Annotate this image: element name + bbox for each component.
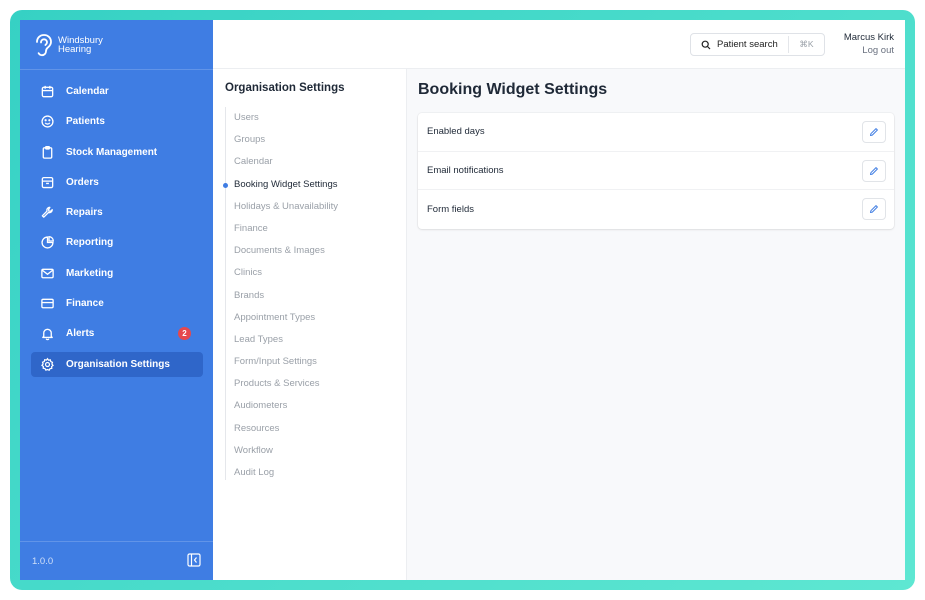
sidebar-item-label: Marketing <box>66 267 114 279</box>
settings-item-users[interactable]: Users <box>226 107 395 129</box>
wrench-icon <box>40 205 55 220</box>
settings-item-booking-widget-settings[interactable]: Booking Widget Settings <box>223 174 395 196</box>
settings-item-groups[interactable]: Groups <box>226 129 395 151</box>
alerts-count-badge: 2 <box>178 327 191 341</box>
settings-item-workflow[interactable]: Workflow <box>226 440 395 462</box>
collapse-sidebar-button[interactable] <box>187 553 201 567</box>
sidebar-item-label: Calendar <box>66 86 109 97</box>
sidebar-item-marketing[interactable]: Marketing <box>31 261 203 286</box>
credit-card-icon <box>40 296 55 311</box>
settings-nav: Organisation Settings Users Groups Calen… <box>213 69 407 580</box>
pencil-icon <box>870 166 878 175</box>
sidebar-item-label: Repairs <box>66 207 103 219</box>
settings-item-brands[interactable]: Brands <box>226 285 395 307</box>
settings-item-calendar[interactable]: Calendar <box>226 151 395 173</box>
app-version: 1.0.0 <box>32 556 54 567</box>
sidebar-item-repairs[interactable]: Repairs <box>31 200 203 225</box>
edit-email-notifications-button[interactable] <box>862 159 886 182</box>
user-name: Marcus Kirk <box>843 32 894 43</box>
settings-row-enabled-days: Enabled days <box>418 113 894 152</box>
box-icon <box>40 175 55 190</box>
sidebar-item-stock-management[interactable]: Stock Management <box>31 140 203 165</box>
user-menu: Marcus Kirk Log out <box>844 32 894 58</box>
sidebar-item-label: Organisation Settings <box>66 358 170 370</box>
edit-form-fields-button[interactable] <box>862 198 886 221</box>
main-content: Booking Widget Settings Enabled days Ema… <box>407 69 905 580</box>
pie-chart-icon <box>40 235 55 250</box>
settings-row-label: Enabled days <box>427 126 485 138</box>
brand-name: Windsbury Hearing <box>58 36 103 55</box>
settings-item-finance[interactable]: Finance <box>226 218 395 240</box>
app-window: Windsbury Hearing Calendar Patients Stoc… <box>20 20 905 580</box>
calendar-icon <box>40 84 55 99</box>
sidebar-item-label: Finance <box>66 298 104 310</box>
mail-icon <box>40 266 55 281</box>
sidebar-item-label: Alerts <box>66 328 95 340</box>
bell-icon <box>40 326 55 341</box>
settings-item-appointment-types[interactable]: Appointment Types <box>226 307 395 329</box>
sidebar-item-calendar[interactable]: Calendar <box>31 79 203 104</box>
settings-card: Enabled days Email notifications Form fi… <box>418 113 894 229</box>
edit-enabled-days-button[interactable] <box>862 121 886 143</box>
sidebar-nav: Calendar Patients Stock Management Order… <box>31 79 203 382</box>
settings-item-audiometers[interactable]: Audiometers <box>226 395 395 417</box>
sidebar: Windsbury Hearing Calendar Patients Stoc… <box>20 20 213 580</box>
settings-row-label: Form fields <box>427 203 474 215</box>
search-icon <box>701 40 711 50</box>
settings-item-documents-images[interactable]: Documents & Images <box>226 240 395 262</box>
sidebar-divider <box>20 69 213 70</box>
settings-item-resources[interactable]: Resources <box>226 418 395 440</box>
logout-link[interactable]: Log out <box>844 44 894 58</box>
sidebar-item-organisation-settings[interactable]: Organisation Settings <box>31 351 203 377</box>
sidebar-footer-divider <box>20 541 213 542</box>
ear-logo-icon <box>36 34 52 57</box>
patient-search-button[interactable]: Patient search ⌘K <box>690 33 825 56</box>
sidebar-item-orders[interactable]: Orders <box>31 170 203 195</box>
gear-icon <box>40 357 55 372</box>
brand-name-line2: Hearing <box>58 44 92 55</box>
sidebar-item-label: Stock Management <box>66 146 158 158</box>
brand-logo[interactable]: Windsbury Hearing <box>32 31 103 59</box>
search-shortcut: ⌘K <box>788 36 824 53</box>
settings-row-email-notifications: Email notifications <box>418 152 894 191</box>
settings-row-form-fields: Form fields <box>418 190 894 229</box>
sidebar-item-finance[interactable]: Finance <box>31 291 203 316</box>
page-title: Booking Widget Settings <box>418 81 608 98</box>
sidebar-item-patients[interactable]: Patients <box>31 109 203 134</box>
settings-item-lead-types[interactable]: Lead Types <box>226 329 395 351</box>
pencil-icon <box>870 128 878 136</box>
settings-item-clinics[interactable]: Clinics <box>226 262 395 284</box>
smiley-icon <box>40 114 55 129</box>
settings-item-holidays-unavailability[interactable]: Holidays & Unavailability <box>226 196 395 218</box>
pencil-icon <box>870 205 878 214</box>
settings-item-audit-log[interactable]: Audit Log <box>226 462 395 484</box>
collapse-sidebar-icon <box>187 553 201 567</box>
settings-nav-list: Users Groups Calendar Booking Widget Set… <box>223 107 395 480</box>
sidebar-item-alerts[interactable]: Alerts 2 <box>31 321 203 346</box>
settings-nav-title: Organisation Settings <box>225 82 345 94</box>
sidebar-item-label: Orders <box>66 176 99 188</box>
settings-row-label: Email notifications <box>427 164 504 176</box>
sidebar-item-label: Patients <box>66 116 105 128</box>
sidebar-item-reporting[interactable]: Reporting <box>31 230 203 255</box>
top-bar: Patient search ⌘K Marcus Kirk Log out <box>213 20 905 69</box>
search-label: Patient search <box>717 39 778 50</box>
clipboard-icon <box>40 145 55 160</box>
sidebar-item-label: Reporting <box>66 237 114 249</box>
settings-item-products-services[interactable]: Products & Services <box>226 373 395 395</box>
settings-item-form-input-settings[interactable]: Form/Input Settings <box>226 351 395 373</box>
